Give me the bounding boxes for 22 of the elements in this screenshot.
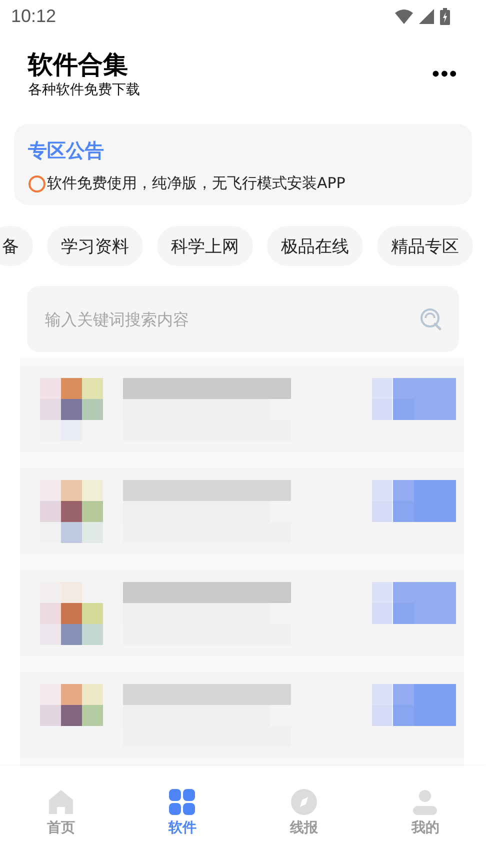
status-time: 10:12 <box>11 6 56 26</box>
compass-icon <box>290 789 317 815</box>
search-icon <box>419 307 443 331</box>
notice-title: 专区公告 <box>28 139 105 164</box>
search-input[interactable]: 输入关键词搜索内容 <box>43 308 419 330</box>
battery-icon <box>440 8 450 24</box>
search-field[interactable]: 输入关键词搜索内容 <box>27 286 459 352</box>
category-chip[interactable]: 极品在线 <box>267 226 363 266</box>
circle-icon <box>28 174 46 192</box>
person-icon <box>412 789 438 815</box>
page-subtitle: 各种软件免费下载 <box>28 81 140 99</box>
category-chip[interactable]: 科学上网 <box>157 226 253 266</box>
category-chip[interactable]: 备 <box>0 226 33 266</box>
more-button[interactable]: ••• <box>432 64 458 84</box>
page-title: 软件合集 <box>28 49 129 81</box>
wifi-icon <box>395 8 413 24</box>
category-chip[interactable]: 精品专区 <box>377 226 473 266</box>
notice-text: 软件免费使用，纯净版，无飞行模式安装APP <box>47 174 346 193</box>
home-icon <box>48 789 74 815</box>
category-chip[interactable]: 学习资料 <box>47 226 143 266</box>
signal-icon <box>419 8 434 24</box>
grid-icon <box>169 789 196 815</box>
